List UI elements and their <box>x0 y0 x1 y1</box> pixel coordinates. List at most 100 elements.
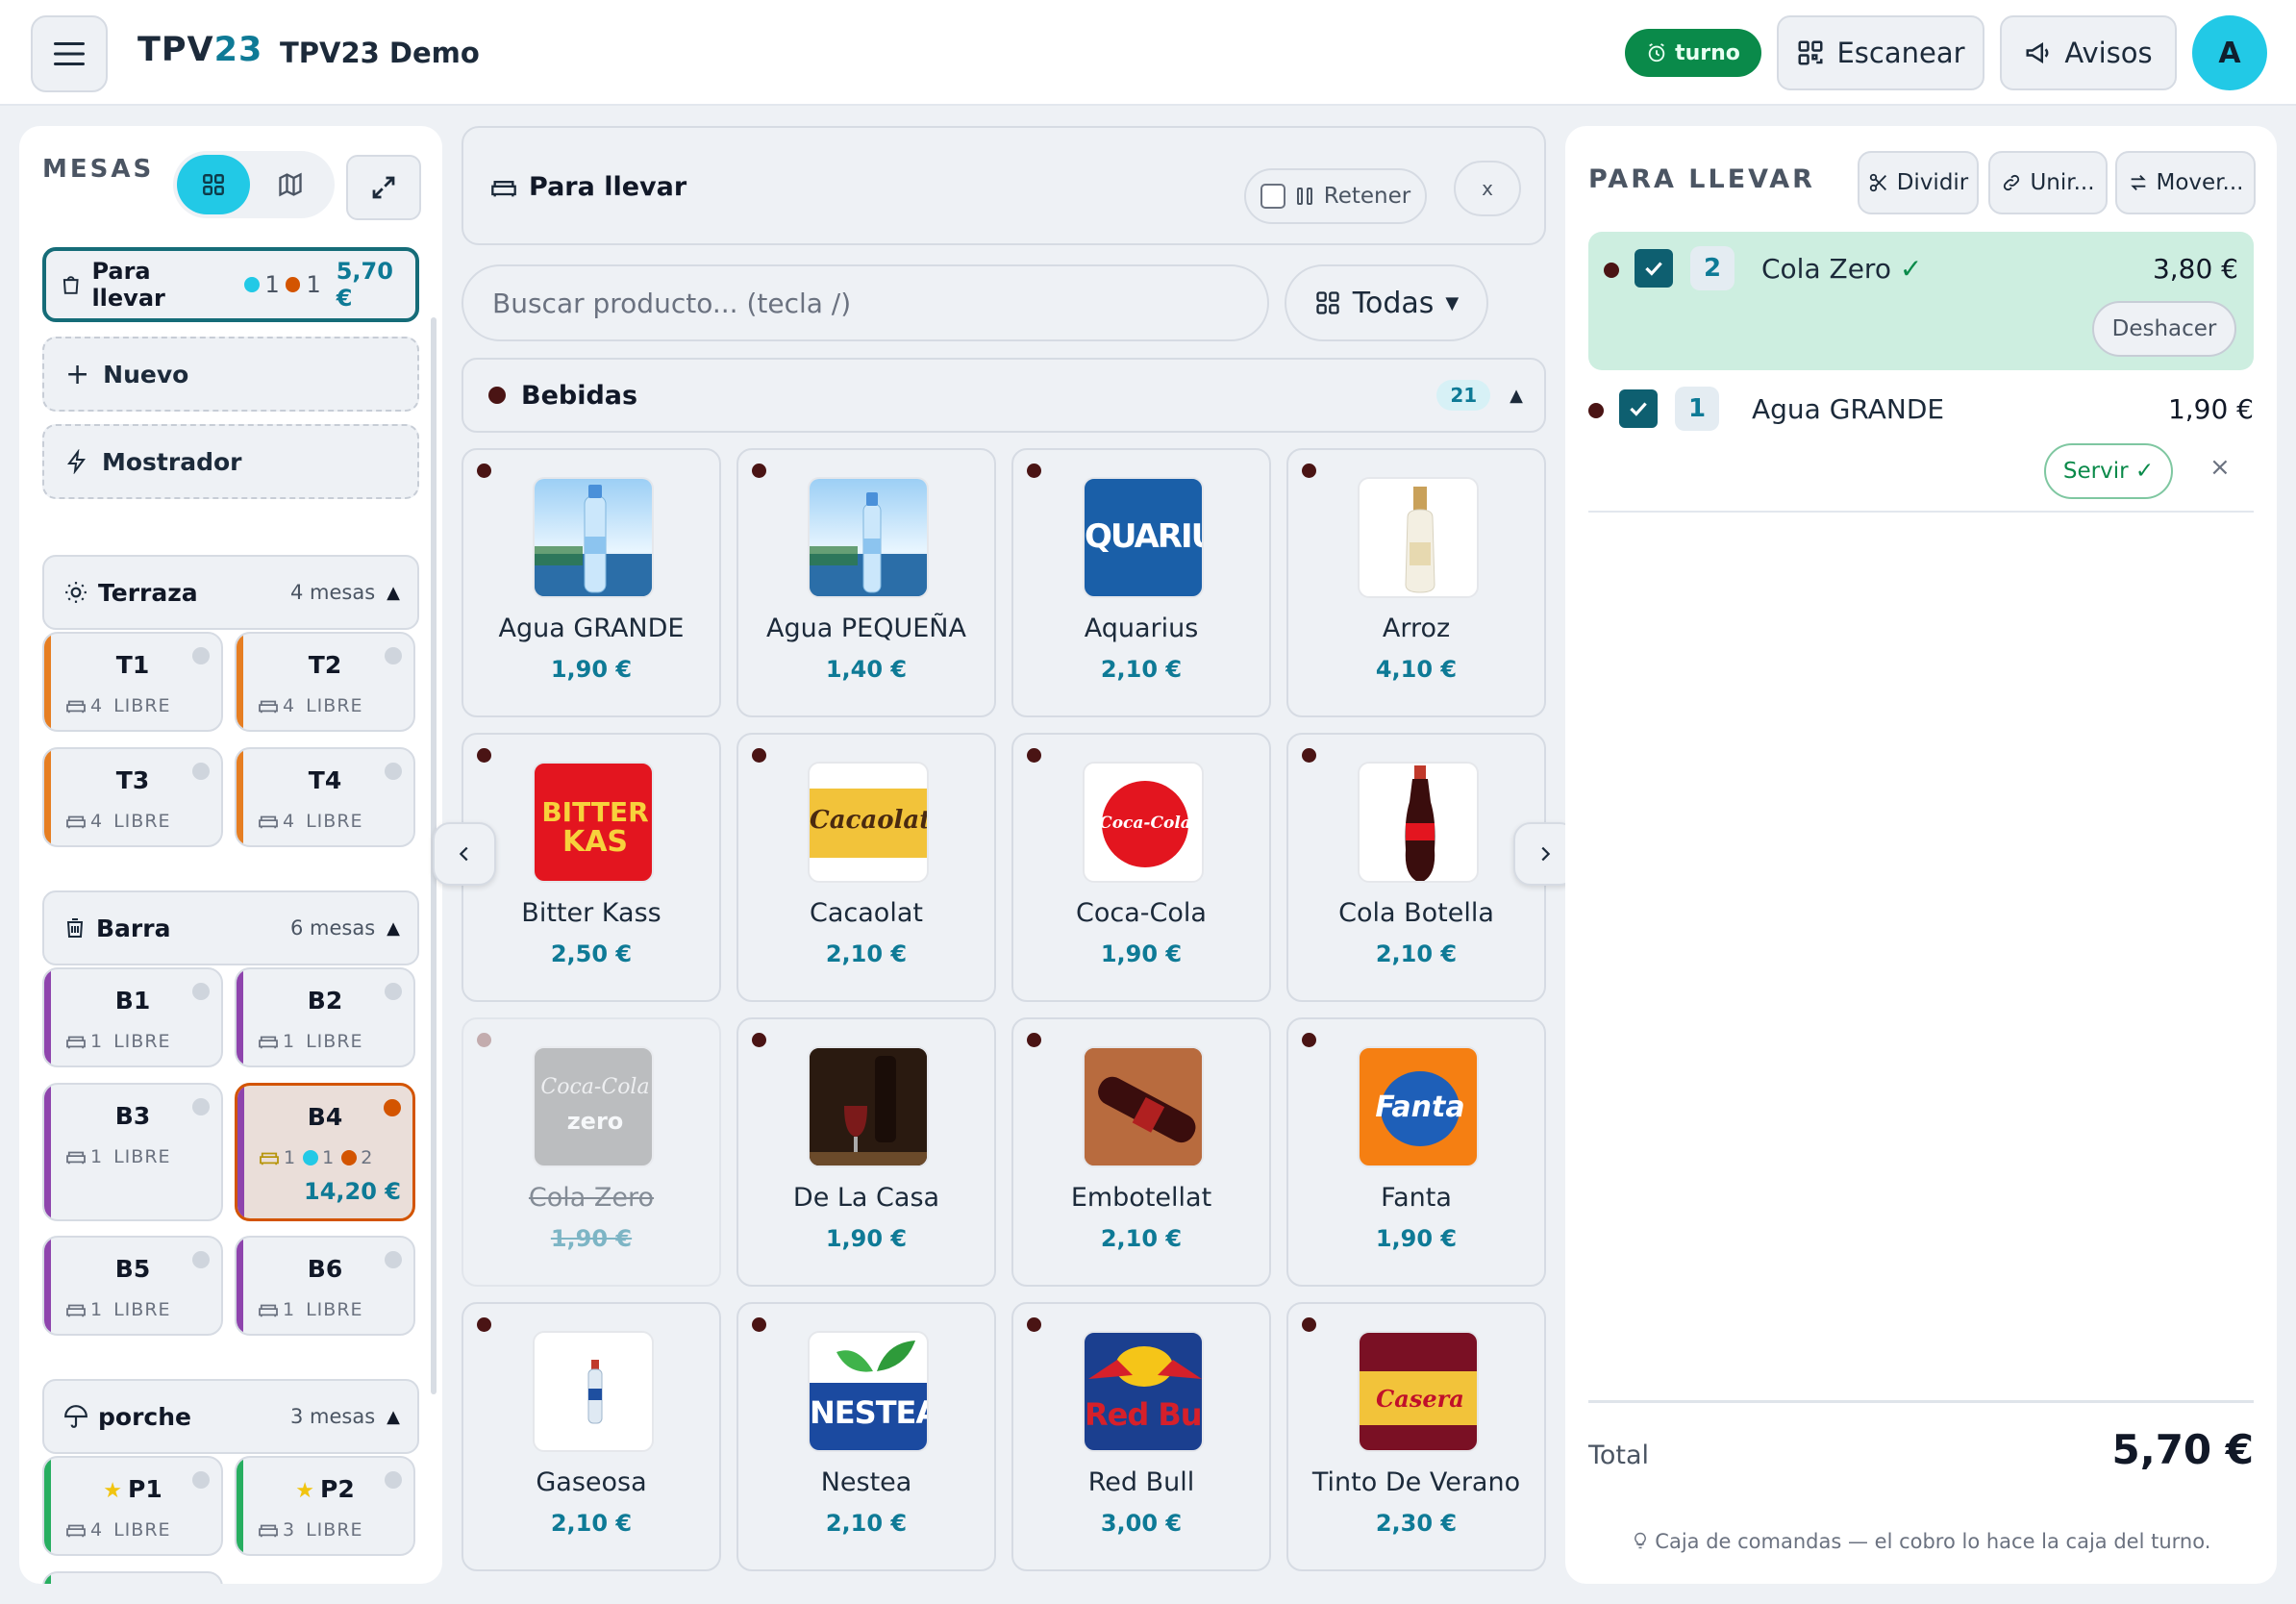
line-price: 3,80 € <box>2152 253 2238 285</box>
fanta-image: Fanta <box>1358 1046 1479 1167</box>
line-name: Cola Zero <box>1761 253 1891 285</box>
qr-code-icon <box>1798 40 1823 65</box>
brand-logo: TPV23 <box>137 31 263 69</box>
remove-line-button[interactable]: × <box>2209 453 2231 482</box>
dividir-button[interactable]: Dividir <box>1858 151 1979 214</box>
product-card-unavailable[interactable]: Coca-Cola zero Cola Zero 1,90 € <box>462 1017 721 1287</box>
hamburger-icon <box>54 42 85 65</box>
table-b4[interactable]: B4 1 1 2 14,20 € <box>235 1083 415 1221</box>
product-card[interactable]: NESTEA Nestea 2,10 € <box>736 1302 996 1571</box>
mostrador-button[interactable]: Mostrador <box>42 424 419 499</box>
bitter-kas-image: BITTER KAS <box>533 762 654 883</box>
category-dot <box>1604 263 1619 278</box>
turno-badge[interactable]: turno <box>1625 29 1761 77</box>
table-b5[interactable]: B5 1 LIBRE <box>42 1236 223 1336</box>
product-card[interactable]: Cacaolat Cacaolat 2,10 € <box>736 733 996 1002</box>
bag-icon <box>62 276 79 294</box>
lightning-icon <box>67 449 86 474</box>
category-dot <box>488 387 506 404</box>
seats-info: 1 LIBRE <box>65 1299 171 1320</box>
product-card[interactable]: Fanta Fanta 1,90 € <box>1286 1017 1546 1287</box>
red-bull-image: Red Bull <box>1083 1331 1204 1452</box>
para-llevar-table[interactable]: Para llevar 1 1 5,70 € <box>42 247 419 322</box>
servir-button[interactable]: Servir ✓ <box>2044 443 2173 499</box>
collapse-icon: ▲ <box>387 582 400 603</box>
retener-toggle[interactable]: Retener <box>1244 168 1427 224</box>
status-dot <box>192 1471 210 1489</box>
product-card[interactable]: QUARIU Aquarius 2,10 € <box>1011 448 1271 717</box>
sofa-icon <box>66 1524 86 1538</box>
grid-icon <box>203 174 224 195</box>
table-t3[interactable]: T3 4 LIBRE <box>42 747 223 847</box>
category-dot <box>1588 403 1604 418</box>
zone-barra[interactable]: Barra 6 mesas ▲ <box>42 890 419 965</box>
sofa-icon <box>66 1036 86 1049</box>
table-p3[interactable] <box>42 1571 223 1584</box>
sofa-icon <box>259 815 278 829</box>
product-card[interactable]: Gaseosa 2,10 € <box>462 1302 721 1571</box>
scan-button[interactable]: Escanear <box>1777 15 1984 90</box>
ticket-line[interactable]: 2 Cola Zero ✓ 3,80 € Deshacer <box>1588 232 2254 370</box>
sofa-icon <box>260 1152 279 1165</box>
seats-info: 1 LIBRE <box>258 1031 363 1052</box>
nuevo-button[interactable]: + Nuevo <box>42 337 419 412</box>
category-header-bebidas[interactable]: Bebidas 21 ▲ <box>462 358 1546 433</box>
table-b3[interactable]: B3 1 LIBRE <box>42 1083 223 1221</box>
table-b6[interactable]: B6 1 LIBRE <box>235 1236 415 1336</box>
product-card[interactable]: Arroz 4,10 € <box>1286 448 1546 717</box>
sofa-icon <box>66 1304 86 1317</box>
unir-button[interactable]: Unir... <box>1988 151 2108 214</box>
table-t2[interactable]: T2 4 LIBRE <box>235 632 415 732</box>
umbrella-icon <box>64 1405 87 1428</box>
line-checkbox[interactable] <box>1619 389 1658 428</box>
table-p1[interactable]: ★ P1 4 LIBRE <box>42 1456 223 1556</box>
product-card[interactable]: Casera Tinto De Verano 2,30 € <box>1286 1302 1546 1571</box>
table-t4[interactable]: T4 4 LIBRE <box>235 747 415 847</box>
product-card[interactable]: Agua GRANDE 1,90 € <box>462 448 721 717</box>
avisos-button[interactable]: Avisos <box>2000 15 2177 90</box>
sofa-icon <box>66 815 86 829</box>
product-card[interactable]: Embotellat 2,10 € <box>1011 1017 1271 1287</box>
table-p2[interactable]: ★ P2 3 LIBRE <box>235 1456 415 1556</box>
grid-view-button[interactable] <box>177 155 250 214</box>
product-card[interactable]: BITTER KAS Bitter Kass 2,50 € <box>462 733 721 1002</box>
menu-button[interactable] <box>31 15 108 92</box>
coca-cola-image: Coca-Cola <box>1083 762 1204 883</box>
product-search-input[interactable] <box>462 264 1269 341</box>
prev-page-button[interactable] <box>433 822 496 886</box>
top-bar: TPV23 TPV23 Demo turno Escanear Avisos A <box>0 0 2296 106</box>
deshacer-button[interactable]: Deshacer <box>2092 301 2236 357</box>
chevron-left-icon <box>459 846 468 862</box>
aquarius-image: QUARIU <box>1083 477 1204 598</box>
table-b2[interactable]: B2 1 LIBRE <box>235 967 415 1067</box>
arroz-bottle-image <box>1358 477 1479 598</box>
wine-image <box>808 1046 929 1167</box>
map-view-button[interactable] <box>254 155 327 214</box>
mover-button[interactable]: Mover... <box>2115 151 2256 214</box>
orange-dot <box>285 277 301 292</box>
table-b1[interactable]: B1 1 LIBRE <box>42 967 223 1067</box>
table-t1[interactable]: T1 4 LIBRE <box>42 632 223 732</box>
status-dot <box>192 763 210 780</box>
status-dot <box>385 763 402 780</box>
product-card[interactable]: De La Casa 1,90 € <box>736 1017 996 1287</box>
retener-checkbox[interactable] <box>1260 184 1285 209</box>
app-title: TPV23 Demo <box>280 37 480 69</box>
sofa-icon <box>66 1151 86 1165</box>
close-order-button[interactable]: x <box>1454 161 1521 216</box>
line-checkbox[interactable] <box>1635 249 1673 288</box>
status-dot <box>384 1099 401 1116</box>
product-card[interactable]: Red Bull Red Bull 3,00 € <box>1011 1302 1271 1571</box>
fullscreen-button[interactable] <box>346 155 421 220</box>
product-card[interactable]: Coca-Cola Coca-Cola 1,90 € <box>1011 733 1271 1002</box>
tables-panel: MESAS Para llevar 1 1 5,70 € + Nuevo Mos… <box>19 126 442 1584</box>
user-avatar[interactable]: A <box>2192 15 2267 90</box>
category-count-badge: 21 <box>1436 380 1491 411</box>
zone-terraza[interactable]: Terraza 4 mesas ▲ <box>42 555 419 630</box>
embotellat-image <box>1083 1046 1204 1167</box>
category-filter[interactable]: Todas ▼ <box>1285 264 1488 341</box>
product-card[interactable]: Cola Botella 2,10 € <box>1286 733 1546 1002</box>
zone-porche[interactable]: porche 3 mesas ▲ <box>42 1379 419 1454</box>
status-dot <box>385 983 402 1000</box>
product-card[interactable]: Agua PEQUEÑA 1,40 € <box>736 448 996 717</box>
